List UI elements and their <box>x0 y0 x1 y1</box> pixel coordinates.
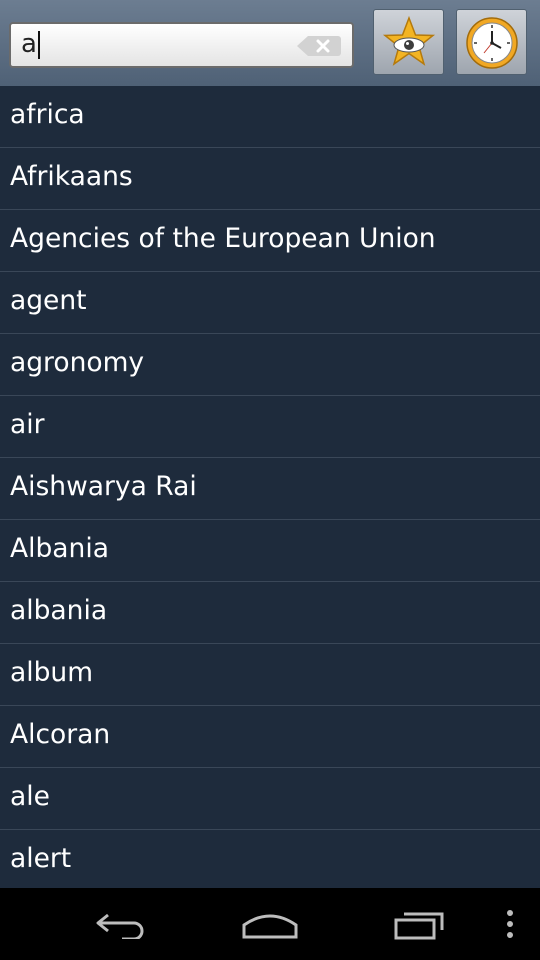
list-item[interactable]: albania <box>0 582 540 644</box>
recent-apps-button[interactable] <box>380 888 460 960</box>
text-cursor <box>37 30 40 59</box>
star-eye-icon <box>382 15 436 66</box>
recent-apps-icon <box>394 912 444 940</box>
list-item[interactable]: Aishwarya Rai <box>0 458 540 520</box>
navigation-bar <box>0 888 540 960</box>
home-icon <box>242 914 298 939</box>
list-item[interactable]: agronomy <box>0 334 540 396</box>
search-toolbar: a <box>0 0 540 86</box>
list-item[interactable]: Albania <box>0 520 540 582</box>
back-icon <box>96 913 144 939</box>
overflow-menu-button[interactable] <box>495 888 525 960</box>
clear-icon[interactable] <box>296 34 342 58</box>
list-item[interactable]: africa <box>0 86 540 148</box>
results-list: africa Afrikaans Agencies of the European … <box>0 86 540 892</box>
list-item[interactable]: alert <box>0 830 540 892</box>
list-item[interactable]: album <box>0 644 540 706</box>
list-item[interactable]: Afrikaans <box>0 148 540 210</box>
history-button[interactable] <box>456 9 527 75</box>
overflow-menu-icon <box>507 910 513 938</box>
list-item[interactable]: Agencies of the European Union <box>0 210 540 272</box>
list-item[interactable]: Alcoran <box>0 706 540 768</box>
list-item[interactable]: agent <box>0 272 540 334</box>
search-text: a <box>21 29 40 59</box>
list-item[interactable]: air <box>0 396 540 458</box>
search-input[interactable]: a <box>9 22 354 68</box>
home-button[interactable] <box>230 888 310 960</box>
list-item[interactable]: ale <box>0 768 540 830</box>
favorites-button[interactable] <box>373 9 444 75</box>
back-button[interactable] <box>80 888 160 960</box>
clock-icon <box>466 17 518 69</box>
